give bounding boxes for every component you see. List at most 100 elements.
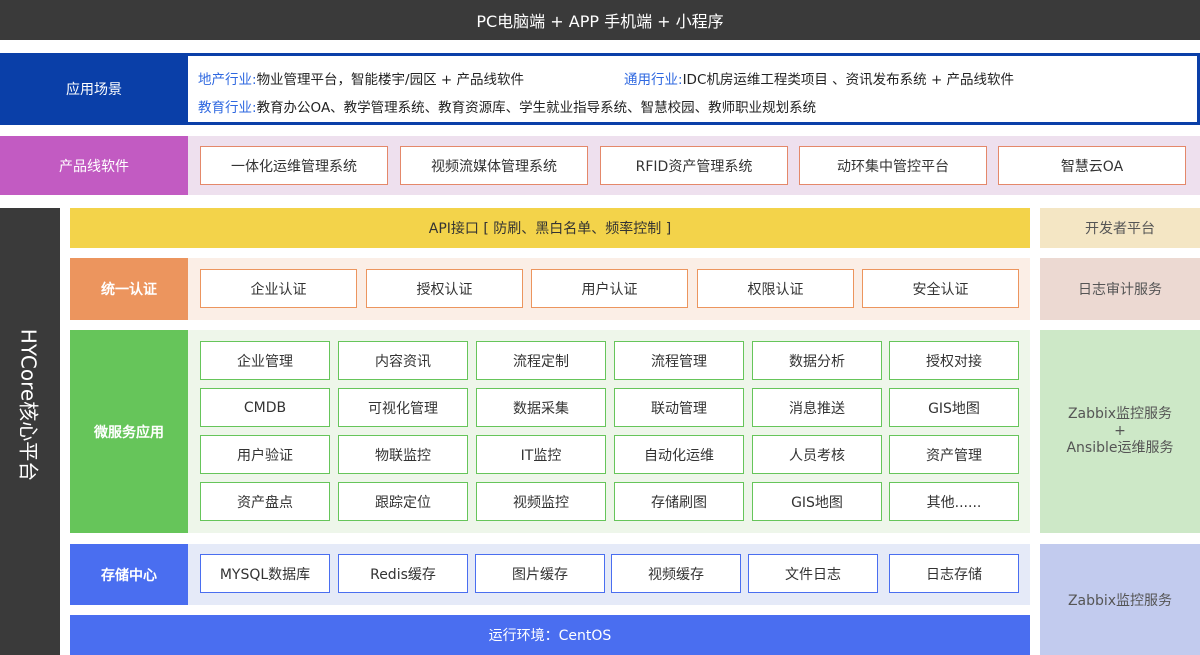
microservice-item: 消息推送 bbox=[752, 388, 882, 427]
auth-label: 统一认证 bbox=[70, 258, 188, 320]
microservice-item-label: 流程定制 bbox=[513, 353, 569, 370]
product-item: 一体化运维管理系统 bbox=[200, 146, 388, 185]
ops-service-plus: + bbox=[1114, 423, 1126, 439]
microservice-item-label: CMDB bbox=[243, 399, 287, 416]
storage-item-label: 日志存储 bbox=[926, 566, 982, 583]
product-item: 视频流媒体管理系统 bbox=[400, 146, 588, 185]
storage-item: 日志存储 bbox=[889, 554, 1019, 593]
scene-education-key: 教育行业: bbox=[198, 100, 257, 116]
runtime-bar: 运行环境：CentOS bbox=[70, 615, 1030, 655]
microservice-item-label: 用户验证 bbox=[237, 447, 293, 464]
microservice-item-label: 资产管理 bbox=[926, 447, 982, 464]
developer-platform: 开发者平台 bbox=[1040, 208, 1200, 248]
microservice-item-label: 数据分析 bbox=[789, 353, 845, 370]
product-item-label: 一体化运维管理系统 bbox=[231, 158, 357, 175]
product-item-label: RFID资产管理系统 bbox=[635, 158, 753, 175]
microservice-item-label: 数据采集 bbox=[513, 400, 569, 417]
log-audit-service: 日志审计服务 bbox=[1040, 258, 1200, 320]
microservice-item: 物联监控 bbox=[338, 435, 468, 474]
microservice-item: 可视化管理 bbox=[338, 388, 468, 427]
product-item: RFID资产管理系统 bbox=[600, 146, 788, 185]
microservice-item: 授权对接 bbox=[889, 341, 1019, 380]
microservice-item: 视频监控 bbox=[476, 482, 606, 521]
microservice-item-label: 流程管理 bbox=[651, 353, 707, 370]
product-line-label-text: 产品线软件 bbox=[59, 158, 129, 175]
microservice-item: 资产管理 bbox=[889, 435, 1019, 474]
monitor-service-label: Zabbix监控服务 bbox=[1067, 592, 1173, 609]
top-bar-title: PC电脑端 + APP 手机端 + 小程序 bbox=[476, 12, 724, 31]
auth-item-label: 用户认证 bbox=[581, 281, 638, 298]
auth-item-label: 安全认证 bbox=[912, 281, 969, 298]
product-item-label: 视频流媒体管理系统 bbox=[431, 158, 557, 175]
top-bar: PC电脑端 + APP 手机端 + 小程序 bbox=[0, 0, 1200, 40]
microservice-item-label: GIS地图 bbox=[791, 494, 843, 511]
storage-item: Redis缓存 bbox=[338, 554, 468, 593]
storage-label: 存储中心 bbox=[70, 544, 188, 605]
auth-item-label: 权限认证 bbox=[747, 281, 804, 298]
api-bar: API接口 [ 防刷、黑白名单、频率控制 ] bbox=[70, 208, 1030, 248]
scene-realestate-key: 地产行业: bbox=[198, 72, 257, 88]
microservice-item-label: 人员考核 bbox=[789, 447, 845, 464]
microservice-item-label: 授权对接 bbox=[926, 353, 982, 370]
microservice-item: IT监控 bbox=[476, 435, 606, 474]
product-item: 动环集中管控平台 bbox=[799, 146, 987, 185]
scene-label-text: 应用场景 bbox=[66, 82, 122, 98]
microservice-item: 用户验证 bbox=[200, 435, 330, 474]
storage-item: 图片缓存 bbox=[475, 554, 605, 593]
microservice-item-label: 视频监控 bbox=[513, 494, 569, 511]
product-line-label: 产品线软件 bbox=[0, 136, 188, 195]
ops-service: Zabbix监控服务 + Ansible运维服务 bbox=[1040, 330, 1200, 533]
microservice-label-text: 微服务应用 bbox=[94, 424, 164, 441]
core-platform-text: HYCore核心平台 bbox=[16, 328, 41, 482]
storage-item: 视频缓存 bbox=[611, 554, 741, 593]
auth-item: 安全认证 bbox=[862, 269, 1019, 308]
microservice-item-label: 跟踪定位 bbox=[375, 494, 431, 511]
developer-platform-label: 开发者平台 bbox=[1085, 221, 1155, 237]
microservice-item: GIS地图 bbox=[752, 482, 882, 521]
microservice-item-label: 物联监控 bbox=[375, 447, 431, 464]
microservice-item: 内容资讯 bbox=[338, 341, 468, 380]
microservice-item: 流程定制 bbox=[476, 341, 606, 380]
scene-education: 教育行业:教育办公OA、教学管理系统、教育资源库、学生就业指导系统、智慧校园、教… bbox=[198, 96, 816, 116]
storage-item-label: 图片缓存 bbox=[512, 566, 568, 583]
microservice-item-label: 联动管理 bbox=[651, 400, 707, 417]
ops-service-line2: Ansible运维服务 bbox=[1066, 440, 1174, 456]
microservice-item: 其他...... bbox=[889, 482, 1019, 521]
scene-box: 地产行业:物业管理平台，智能楼宇/园区 + 产品线软件 通用行业:IDC机房运维… bbox=[188, 53, 1200, 125]
microservice-item: GIS地图 bbox=[889, 388, 1019, 427]
storage-item: MYSQL数据库 bbox=[200, 554, 330, 593]
auth-item: 权限认证 bbox=[697, 269, 854, 308]
storage-item-label: 文件日志 bbox=[785, 566, 841, 583]
scene-realestate: 地产行业:物业管理平台，智能楼宇/园区 + 产品线软件 bbox=[198, 68, 524, 88]
microservice-item-label: 企业管理 bbox=[237, 353, 293, 370]
scene-general-value: IDC机房运维工程类项目 、资讯发布系统 + 产品线软件 bbox=[682, 72, 1015, 88]
scene-realestate-value: 物业管理平台，智能楼宇/园区 + 产品线软件 bbox=[256, 72, 525, 88]
microservice-item: 数据分析 bbox=[752, 341, 882, 380]
scene-label: 应用场景 bbox=[0, 53, 188, 125]
scene-general: 通用行业:IDC机房运维工程类项目 、资讯发布系统 + 产品线软件 bbox=[624, 68, 1014, 88]
microservice-item: 资产盘点 bbox=[200, 482, 330, 521]
storage-item-label: MYSQL数据库 bbox=[219, 566, 311, 583]
microservice-item: 存储刷图 bbox=[614, 482, 744, 521]
microservice-item: 企业管理 bbox=[200, 341, 330, 380]
scene-education-value: 教育办公OA、教学管理系统、教育资源库、学生就业指导系统、智慧校园、教师职业规划… bbox=[256, 100, 817, 116]
microservice-item-label: IT监控 bbox=[520, 447, 562, 464]
microservice-item: 数据采集 bbox=[476, 388, 606, 427]
microservice-label: 微服务应用 bbox=[70, 330, 188, 533]
auth-item-label: 企业认证 bbox=[250, 281, 307, 298]
microservice-item: CMDB bbox=[200, 388, 330, 427]
storage-label-text: 存储中心 bbox=[101, 567, 157, 584]
microservice-item-label: 内容资讯 bbox=[375, 353, 431, 370]
monitor-service: Zabbix监控服务 bbox=[1040, 544, 1200, 655]
product-item-label: 动环集中管控平台 bbox=[837, 158, 949, 175]
microservice-item-label: 消息推送 bbox=[789, 400, 845, 417]
microservice-item-label: 可视化管理 bbox=[368, 400, 438, 417]
auth-item: 企业认证 bbox=[200, 269, 357, 308]
storage-item-label: 视频缓存 bbox=[648, 566, 704, 583]
log-audit-label: 日志审计服务 bbox=[1078, 282, 1162, 298]
microservice-item: 联动管理 bbox=[614, 388, 744, 427]
microservice-item-label: 资产盘点 bbox=[237, 494, 293, 511]
api-label: API接口 [ 防刷、黑白名单、频率控制 ] bbox=[428, 221, 672, 237]
microservice-item: 跟踪定位 bbox=[338, 482, 468, 521]
ops-service-line1: Zabbix监控服务 bbox=[1067, 406, 1173, 422]
